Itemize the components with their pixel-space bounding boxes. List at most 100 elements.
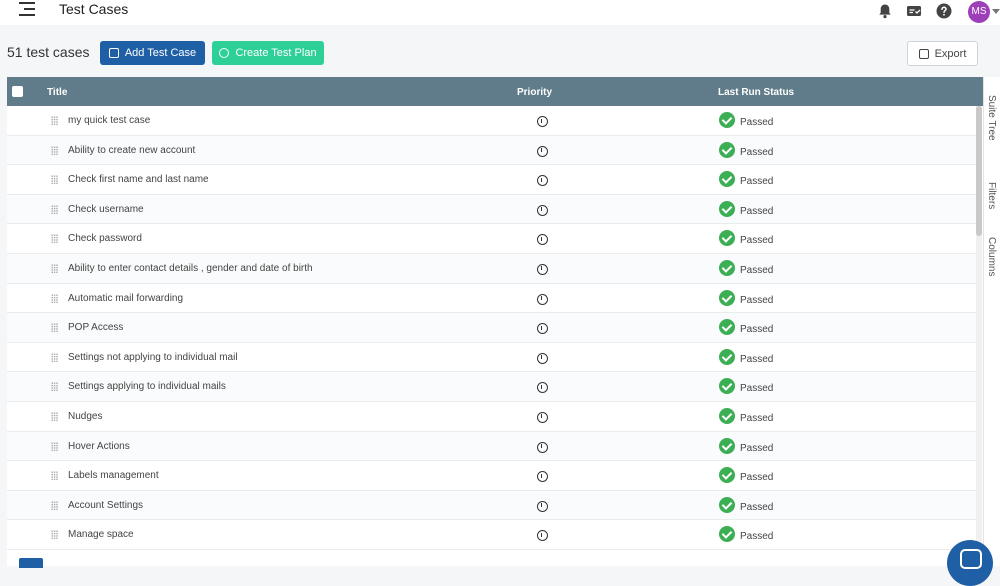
- drag-handle-icon[interactable]: [51, 382, 58, 392]
- check-circle-icon: [719, 378, 735, 395]
- drag-handle-icon[interactable]: [51, 116, 58, 125]
- table-row[interactable]: Check password Passed: [7, 224, 977, 254]
- row-status: Passed: [740, 117, 774, 128]
- table-row[interactable]: Labels management Passed: [7, 461, 977, 491]
- info-circle-icon: [537, 116, 548, 127]
- check-circle-icon: [719, 319, 735, 336]
- drag-handle-icon[interactable]: [51, 323, 58, 333]
- row-title[interactable]: Automatic mail forwarding: [68, 293, 183, 304]
- check-circle-icon: [719, 526, 735, 543]
- row-title[interactable]: Ability to enter contact details , gende…: [68, 263, 313, 274]
- table-row[interactable]: POP Access Passed: [7, 313, 977, 343]
- info-circle-icon: [537, 441, 548, 453]
- table-row[interactable]: Check username Passed: [7, 194, 977, 225]
- check-circle-icon: [719, 407, 735, 424]
- row-title[interactable]: Settings not applying to individual mail: [68, 352, 238, 363]
- drag-handle-icon[interactable]: [51, 530, 58, 540]
- row-title[interactable]: Hover Actions: [68, 441, 130, 452]
- side-tab-columns[interactable]: Columns: [986, 237, 997, 276]
- select-all-checkbox[interactable]: [12, 86, 23, 97]
- drag-handle-icon[interactable]: [51, 234, 58, 244]
- drag-handle-icon[interactable]: [51, 293, 58, 303]
- page-title: Test Cases: [59, 1, 129, 17]
- check-circle-icon: [719, 112, 735, 128]
- export-button[interactable]: Export: [907, 41, 978, 66]
- info-circle-icon: [537, 323, 548, 335]
- drag-handle-icon[interactable]: [51, 500, 58, 510]
- row-title[interactable]: Check password: [68, 233, 142, 244]
- info-circle-icon: [537, 352, 548, 364]
- row-title[interactable]: Account Settings: [68, 500, 143, 511]
- row-status: Passed: [740, 353, 774, 365]
- chat-icon[interactable]: [947, 540, 993, 586]
- check-circle-icon: [719, 437, 735, 454]
- row-title[interactable]: Nudges: [68, 411, 102, 422]
- row-title[interactable]: my quick test case: [68, 115, 150, 126]
- side-panel: Suite Tree Filters Columns: [983, 77, 1000, 566]
- table-row[interactable]: Ability to create new account Passed: [7, 135, 977, 166]
- user-avatar[interactable]: MS: [968, 1, 990, 23]
- filters-label: Filters: [986, 182, 997, 210]
- chevron-down-icon[interactable]: [992, 9, 1000, 14]
- drag-handle-icon[interactable]: [51, 352, 58, 362]
- info-circle-icon: [537, 145, 548, 157]
- row-title[interactable]: Manage space: [68, 529, 134, 540]
- drag-handle-icon[interactable]: [51, 441, 58, 451]
- table-row[interactable]: Settings applying to individual mails Pas…: [7, 372, 977, 402]
- info-circle-icon: [537, 234, 548, 246]
- side-tab-suite-tree[interactable]: Suite Tree: [986, 95, 997, 141]
- create-test-plan-label: Create Test Plan: [235, 47, 317, 59]
- add-test-case-button[interactable]: Add Test Case: [100, 41, 205, 65]
- row-status: Passed: [740, 383, 774, 395]
- pagination-button[interactable]: [19, 558, 43, 568]
- grid-header: Title Priority Last Run Status: [7, 77, 983, 106]
- row-title[interactable]: Settings applying to individual mails: [68, 381, 226, 392]
- table-row[interactable]: Automatic mail forwarding Passed: [7, 284, 977, 314]
- info-circle-icon: [537, 530, 548, 542]
- table-row[interactable]: Settings not applying to individual mail…: [7, 343, 977, 373]
- table-row[interactable]: Hover Actions Passed: [7, 431, 977, 462]
- check-circle-icon: [719, 496, 735, 513]
- menu-collapse-icon[interactable]: [19, 2, 35, 16]
- grid-scrollbar[interactable]: [976, 106, 982, 566]
- table-row[interactable]: Ability to enter contact details , gende…: [7, 253, 977, 284]
- row-title[interactable]: POP Access: [68, 322, 123, 333]
- drag-handle-icon[interactable]: [51, 175, 58, 185]
- create-test-plan-button[interactable]: Create Test Plan: [212, 41, 324, 65]
- drag-handle-icon[interactable]: [51, 411, 58, 421]
- table-row[interactable]: my quick test case Passed: [7, 106, 977, 136]
- drag-handle-icon[interactable]: [51, 263, 58, 273]
- row-title[interactable]: Ability to create new account: [68, 145, 195, 156]
- row-status: Passed: [740, 294, 774, 306]
- help-icon[interactable]: [936, 3, 952, 19]
- row-title[interactable]: Labels management: [68, 470, 159, 481]
- table-row[interactable]: Nudges Passed: [7, 402, 977, 432]
- row-status: Passed: [740, 442, 774, 454]
- scrollbar-thumb[interactable]: [976, 106, 982, 236]
- info-circle-icon: [537, 263, 548, 275]
- table-row[interactable]: Account Settings Passed: [7, 490, 977, 521]
- play-circle-icon: [219, 48, 230, 58]
- info-circle-icon: [537, 500, 548, 512]
- row-title[interactable]: Check username: [68, 204, 144, 215]
- bell-icon[interactable]: [877, 3, 893, 19]
- table-row[interactable]: Check first name and last name Passed: [7, 165, 977, 195]
- column-header-title[interactable]: Title: [47, 87, 67, 98]
- drag-handle-icon[interactable]: [51, 471, 58, 481]
- drag-handle-icon[interactable]: [51, 204, 58, 214]
- check-circle-icon: [719, 348, 735, 365]
- check-circle-icon: [719, 200, 735, 217]
- info-circle-icon: [537, 175, 548, 187]
- column-header-priority[interactable]: Priority: [517, 87, 552, 98]
- drag-handle-icon[interactable]: [51, 145, 58, 155]
- test-case-grid: Title Priority Last Run Status my quick …: [7, 77, 983, 566]
- info-circle-icon: [537, 293, 548, 305]
- row-status: Passed: [740, 264, 774, 276]
- task-check-icon[interactable]: [906, 3, 922, 19]
- table-row[interactable]: Manage space Passed: [7, 520, 977, 550]
- side-tab-filters[interactable]: Filters: [986, 182, 997, 209]
- grid-rows: my quick test case Passed Ability to creat…: [7, 106, 977, 550]
- column-header-last-run-status[interactable]: Last Run Status: [718, 87, 794, 98]
- check-circle-icon: [719, 171, 735, 188]
- row-title[interactable]: Check first name and last name: [68, 174, 209, 185]
